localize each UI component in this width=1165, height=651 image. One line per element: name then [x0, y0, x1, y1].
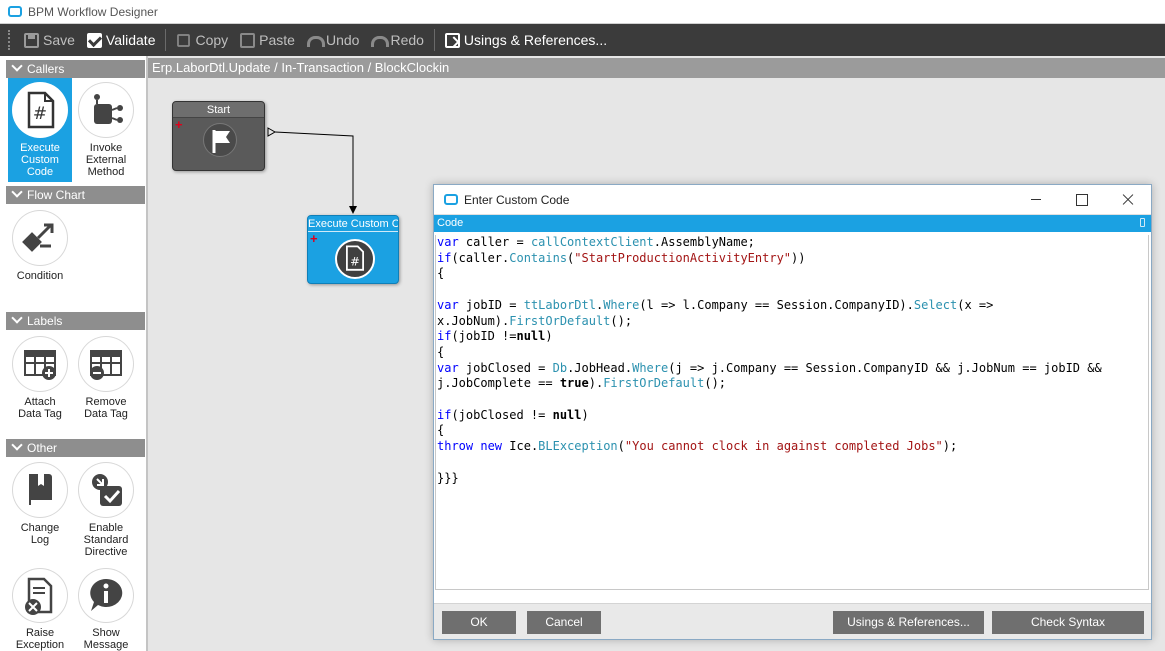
tool-change-log[interactable]: Change Log [8, 458, 72, 562]
usings-references-button[interactable]: Usings & References... [833, 611, 984, 634]
paste-icon [240, 32, 256, 48]
tool-condition[interactable]: Condition [8, 206, 72, 310]
usings-references-button[interactable]: Usings & References... [439, 27, 613, 53]
paste-button[interactable]: Paste [234, 27, 301, 53]
main-toolbar: Save Validate Copy Paste Undo Redo Using… [0, 24, 1165, 56]
save-button[interactable]: Save [18, 27, 81, 53]
svg-text:#: # [33, 104, 47, 124]
add-icon[interactable]: + [310, 232, 318, 245]
checkbox-icon [86, 32, 102, 48]
code-panel-header: Code [434, 215, 1151, 232]
remove-tag-icon [78, 336, 134, 392]
tool-remove-data-tag[interactable]: Remove Data Tag [74, 332, 138, 436]
custom-code-icon: # [335, 239, 375, 279]
cancel-button[interactable]: Cancel [527, 611, 601, 634]
start-node[interactable]: Start + [172, 101, 265, 171]
custom-code-icon: # [12, 82, 68, 138]
section-header-callers[interactable]: Callers [6, 60, 145, 78]
flag-icon [203, 123, 237, 157]
tool-execute-custom-code[interactable]: # Execute Custom Code [8, 78, 72, 182]
tool-palette: Callers # Execute Custom Code Invoke Ext… [0, 56, 148, 651]
change-log-icon [12, 462, 68, 518]
code-text[interactable]: var caller = callContextClient.AssemblyN… [436, 235, 1148, 486]
redo-button[interactable]: Redo [365, 27, 429, 53]
attach-tag-icon [12, 336, 68, 392]
tool-enable-standard-directive[interactable]: Enable Standard Directive [74, 458, 138, 562]
condition-icon [12, 210, 68, 266]
svg-text:#: # [350, 254, 360, 268]
references-icon [444, 32, 460, 48]
copy-button[interactable]: Copy [170, 27, 234, 53]
check-syntax-button[interactable]: Check Syntax [992, 611, 1144, 634]
pin-icon[interactable] [1140, 218, 1145, 227]
tool-show-message[interactable]: Show Message [74, 564, 138, 651]
close-button[interactable] [1105, 185, 1151, 215]
dialog-titlebar: Enter Custom Code [434, 185, 1151, 215]
enable-directive-icon [78, 462, 134, 518]
app-icon [8, 6, 22, 17]
dialog-title: Enter Custom Code [464, 192, 570, 207]
tool-invoke-external-method[interactable]: Invoke External Method [74, 78, 138, 182]
toolbar-separator [433, 29, 435, 51]
chevron-down-icon [12, 443, 22, 453]
ok-button[interactable]: OK [442, 611, 516, 634]
raise-exception-icon [12, 568, 68, 623]
code-editor[interactable]: var caller = callContextClient.AssemblyN… [435, 235, 1149, 590]
enter-custom-code-dialog: Enter Custom Code Code var caller = call… [433, 184, 1152, 640]
external-method-icon [78, 82, 134, 138]
undo-icon [306, 33, 325, 48]
minimize-button[interactable] [1013, 185, 1059, 215]
window-controls [1013, 185, 1151, 215]
section-header-flow-chart[interactable]: Flow Chart [6, 186, 145, 204]
workflow-breadcrumb: Erp.LaborDtl.Update / In-Transaction / B… [148, 58, 1165, 78]
maximize-button[interactable] [1059, 185, 1105, 215]
validate-button[interactable]: Validate [81, 27, 162, 53]
dialog-footer: OK Cancel Usings & References... Check S… [434, 603, 1151, 639]
add-icon[interactable]: + [175, 118, 183, 131]
window-title: BPM Workflow Designer [28, 4, 158, 19]
redo-icon [371, 33, 390, 48]
info-icon [78, 568, 134, 623]
chevron-down-icon [12, 316, 22, 326]
save-icon [24, 32, 39, 48]
tool-attach-data-tag[interactable]: Attach Data Tag [8, 332, 72, 436]
section-header-other[interactable]: Other [6, 439, 145, 457]
tool-raise-exception[interactable]: Raise Exception [8, 564, 72, 651]
toolbar-grip[interactable] [8, 30, 18, 50]
undo-button[interactable]: Undo [301, 27, 365, 53]
chevron-down-icon [12, 64, 22, 74]
copy-icon [177, 33, 191, 47]
window-titlebar: BPM Workflow Designer [0, 0, 1165, 24]
execute-custom-code-node[interactable]: Execute Custom Code + # [307, 215, 399, 284]
section-header-labels[interactable]: Labels [6, 312, 145, 330]
toolbar-separator [165, 29, 167, 51]
chevron-down-icon [12, 190, 22, 200]
app-icon [444, 194, 458, 205]
